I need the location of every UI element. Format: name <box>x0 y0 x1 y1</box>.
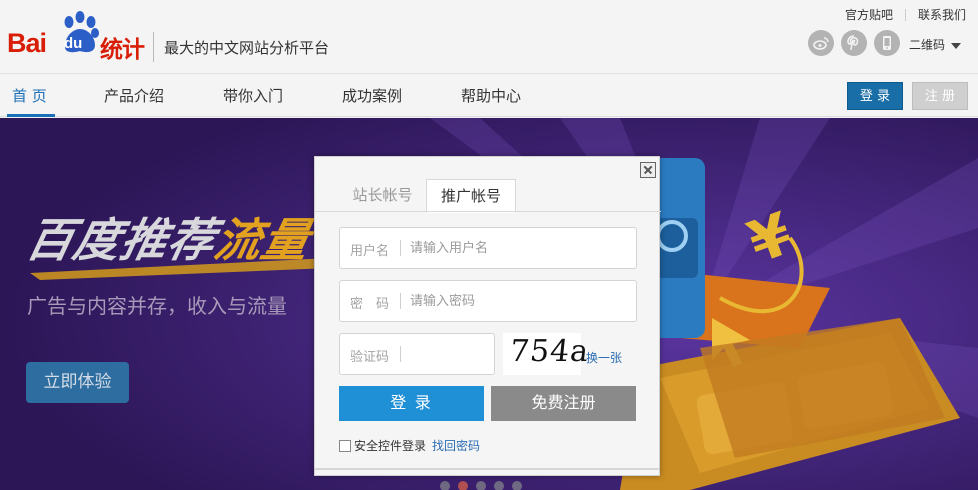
captcha-field: 验证码 <box>339 333 495 375</box>
social-icons <box>808 30 907 56</box>
tabs-divider <box>315 211 661 212</box>
secure-login-checkbox[interactable] <box>339 439 351 452</box>
password-field: 密 码 <box>339 280 637 322</box>
captcha-image-text: 754a <box>508 334 591 369</box>
tab-promotion-account[interactable]: 推广帐号 <box>426 179 516 213</box>
password-label: 密 码 <box>350 297 390 312</box>
captcha-input[interactable] <box>410 343 480 365</box>
baidu-tongji-logo[interactable]: Bai du 统计 <box>7 8 147 63</box>
header-register-button[interactable]: 注 册 <box>912 82 968 110</box>
dialog-footer-line <box>315 468 659 470</box>
find-password-link[interactable]: 找回密码 <box>432 437 480 454</box>
carousel-dot[interactable] <box>440 481 450 490</box>
carousel-dot[interactable] <box>512 481 522 490</box>
username-input[interactable] <box>410 237 620 259</box>
banner-subtitle: 广告与内容并存，收入与流量 <box>27 294 287 318</box>
try-now-button[interactable]: 立即体验 <box>26 362 129 403</box>
banner-headline-highlight: 流量 <box>209 213 316 267</box>
field-divider <box>400 293 401 309</box>
nav-item-home[interactable]: 首 页 <box>12 85 47 106</box>
username-field: 用户名 <box>339 227 637 269</box>
main-nav: 首 页 产品介绍 带你入门 成功案例 帮助中心 登 录 注 册 <box>0 73 978 117</box>
login-dialog: 站长帐号 推广帐号 用户名 密 码 验证码 754a 换一张 登 录 免费注册 … <box>314 156 661 476</box>
password-input[interactable] <box>410 290 620 312</box>
banner-headline-main: 百度推荐 <box>21 213 222 267</box>
nav-item-getting-started[interactable]: 带你入门 <box>223 85 283 106</box>
field-divider <box>400 346 401 362</box>
mobile-app-icon[interactable] <box>874 30 900 56</box>
logo-divider <box>153 32 154 62</box>
tab-webmaster-account[interactable]: 站长帐号 <box>339 179 426 213</box>
captcha-label: 验证码 <box>350 350 390 365</box>
field-divider <box>400 240 401 256</box>
qrcode-dropdown[interactable]: 二维码 <box>909 36 962 53</box>
weibo-icon[interactable] <box>808 30 834 56</box>
banner-headline: 百度推荐流量 <box>21 204 317 270</box>
login-tabs: 站长帐号 推广帐号 <box>339 179 639 213</box>
top-links: 官方贴吧 联系我们 <box>845 6 966 23</box>
contact-link[interactable]: 联系我们 <box>918 6 966 23</box>
logo-text-du: du <box>64 35 83 52</box>
carousel-dot[interactable] <box>476 481 486 490</box>
slogan: 最大的中文网站分析平台 <box>164 39 330 57</box>
secure-login-row: 安全控件登录 找回密码 <box>339 437 480 454</box>
tieba-link[interactable]: 官方贴吧 <box>845 6 893 23</box>
nav-item-products[interactable]: 产品介绍 <box>104 85 164 106</box>
captcha-image[interactable]: 754a <box>503 333 591 375</box>
login-button[interactable]: 登 录 <box>339 386 484 421</box>
close-icon[interactable] <box>640 162 656 178</box>
carousel-dots <box>440 481 530 490</box>
carousel-dot-active[interactable] <box>458 481 468 490</box>
free-register-button[interactable]: 免费注册 <box>491 386 636 421</box>
nav-item-help[interactable]: 帮助中心 <box>461 85 521 106</box>
chevron-down-icon <box>951 42 962 49</box>
carousel-dot[interactable] <box>494 481 504 490</box>
site-header: Bai du 统计 最大的中文网站分析平台 官方贴吧 联系我们 二维码 <box>0 0 978 73</box>
logo-text-tongji: 统计 <box>100 37 145 63</box>
nav-active-indicator <box>7 114 55 117</box>
header-login-button[interactable]: 登 录 <box>847 82 903 110</box>
secure-login-label: 安全控件登录 <box>354 439 427 453</box>
toplinks-divider <box>904 8 906 21</box>
nav-item-cases[interactable]: 成功案例 <box>342 85 402 106</box>
pinterest-icon[interactable] <box>841 30 867 56</box>
logo-text-bai: Bai <box>7 28 47 58</box>
captcha-refresh-link[interactable]: 换一张 <box>586 349 622 366</box>
qrcode-label: 二维码 <box>909 38 946 52</box>
username-label: 用户名 <box>350 244 390 259</box>
